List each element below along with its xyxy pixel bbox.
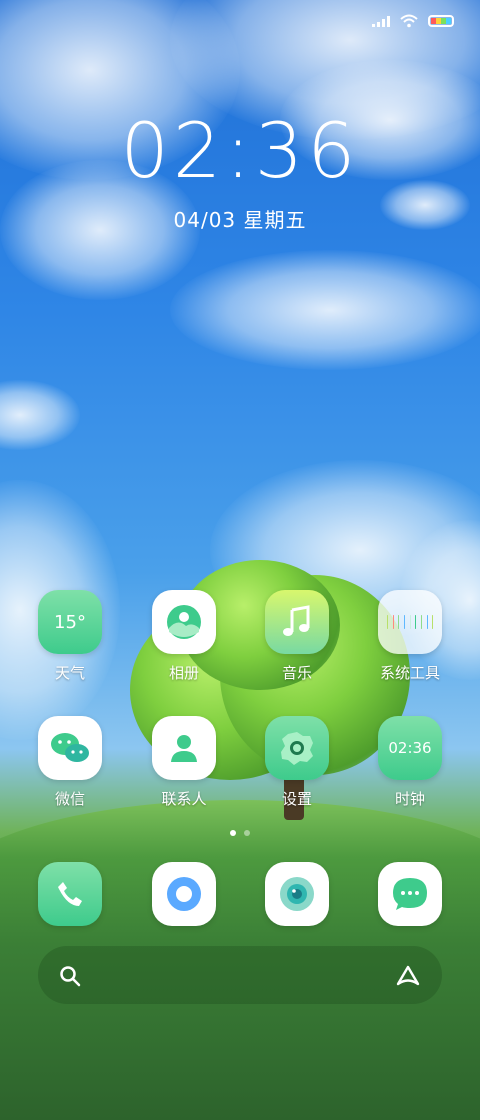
page-dot-active <box>230 830 236 836</box>
app-settings[interactable]: 设置 <box>247 716 347 809</box>
assistant-button[interactable] <box>392 960 424 992</box>
page-indicator <box>0 830 480 836</box>
weather-temp: 15° <box>54 611 86 633</box>
app-music[interactable]: 音乐 <box>247 590 347 683</box>
app-label: 联系人 <box>161 790 207 808</box>
signal-icon <box>372 15 390 27</box>
battery-icon <box>428 15 454 27</box>
messages-icon <box>378 862 442 926</box>
gallery-icon <box>152 590 216 654</box>
dock-browser[interactable] <box>134 862 234 926</box>
weather-icon: 15° <box>38 590 102 654</box>
status-bar <box>372 10 454 32</box>
dock-camera[interactable] <box>247 862 347 926</box>
assistant-icon <box>396 965 420 986</box>
app-wechat[interactable]: 微信 <box>20 716 120 809</box>
app-label: 时钟 <box>394 790 425 808</box>
settings-icon <box>265 716 329 780</box>
lock-clock: 02:36 <box>120 106 360 195</box>
app-label: 系统工具 <box>379 664 440 682</box>
app-weather[interactable]: 15° 天气 <box>20 590 120 683</box>
app-clock[interactable]: 02:36 时钟 <box>360 716 460 809</box>
wifi-icon <box>400 14 418 28</box>
app-label: 天气 <box>54 664 85 682</box>
browser-icon <box>152 862 216 926</box>
app-system-tools-folder[interactable]: 系统工具 <box>360 590 460 683</box>
camera-icon <box>265 862 329 926</box>
page-dot <box>244 830 250 836</box>
app-label: 相册 <box>168 664 199 682</box>
dock-messages[interactable] <box>360 862 460 926</box>
search-icon <box>60 966 81 987</box>
wechat-icon <box>38 716 102 780</box>
clock-widget-time: 02:36 <box>388 739 432 757</box>
app-label: 微信 <box>54 790 85 808</box>
folder-icon <box>378 590 442 654</box>
bottom-search-bar[interactable] <box>38 946 442 1004</box>
clock-icon: 02:36 <box>378 716 442 780</box>
app-gallery[interactable]: 相册 <box>134 590 234 683</box>
dock-phone[interactable] <box>20 862 120 926</box>
search-button[interactable] <box>54 960 86 992</box>
music-icon <box>265 590 329 654</box>
lock-date: 04/03 星期五 <box>173 208 307 232</box>
app-contacts[interactable]: 联系人 <box>134 716 234 809</box>
contacts-icon <box>152 716 216 780</box>
app-label: 设置 <box>281 790 312 808</box>
app-label: 音乐 <box>281 664 312 682</box>
phone-icon <box>38 862 102 926</box>
